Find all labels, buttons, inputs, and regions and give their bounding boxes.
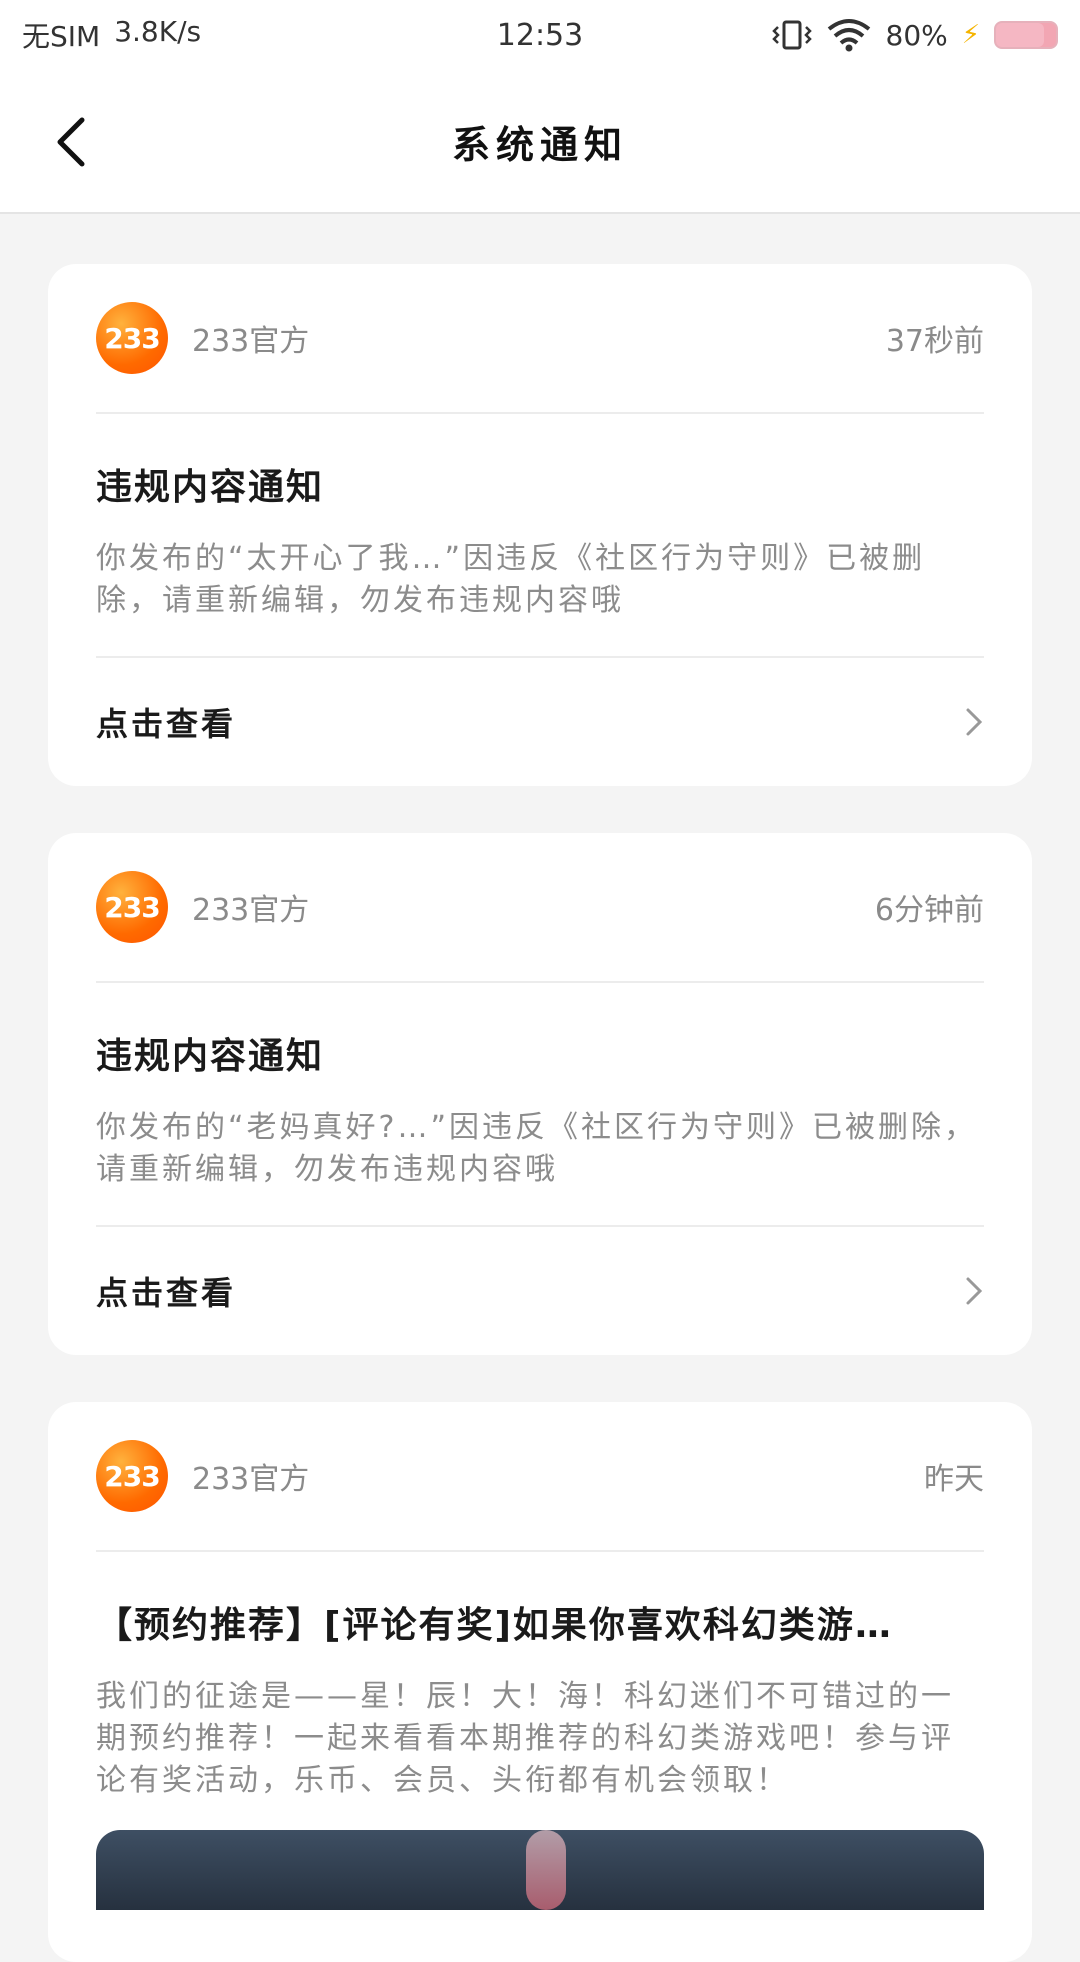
view-details-row[interactable]: 点击查看 [96,1227,984,1355]
back-arrow-icon [57,117,85,167]
notification-text: 你发布的“老妈真好?…”因违反《社区行为守则》已被删除，请重新编辑，勿发布违规内… [96,1110,978,1187]
sender-name: 233官方 [192,324,310,359]
page-title: 系统通知 [451,122,628,167]
sender-name: 233官方 [192,1462,310,1497]
promo-banner-image[interactable] [96,1830,984,1910]
chevron-right-icon [966,1277,983,1305]
notification-text: 你发布的“太开心了我…”因违反《社区行为守则》已被删除，请重新编辑，勿发布违规内… [96,541,926,618]
logo-text: 233 [104,321,160,355]
notification-text: 我们的征途是——星！辰！大！海！科幻迷们不可错过的一期预约推荐！一起来看看本期推… [96,1679,954,1798]
logo-text: 233 [104,890,160,924]
carrier-label: 无SIM [22,20,101,53]
battery-icon [994,21,1058,49]
view-details-label: 点击查看 [96,705,237,743]
official-logo: 233 [96,1440,168,1512]
vibrate-icon [771,20,812,50]
view-details-label: 点击查看 [96,1274,237,1312]
navigation-bar: 系统通知 [0,70,1080,214]
battery-fill [996,23,1044,47]
notification-time: 37秒前 [885,324,984,359]
notification-time: 昨天 [924,1462,984,1497]
card-header: 233 233官方 6分钟前 [96,833,984,983]
view-details-row[interactable]: 点击查看 [96,658,984,786]
notification-title: 【预约推荐】[评论有奖]如果你喜欢科幻类游… [96,1605,893,1646]
sender-name: 233官方 [192,893,310,928]
card-header: 233 233官方 37秒前 [96,264,984,414]
network-speed: 3.8K/s [114,15,202,48]
card-body: 【预约推荐】[评论有奖]如果你喜欢科幻类游… 我们的征途是——星！辰！大！海！科… [96,1552,984,1830]
status-right: 80% ⚡ [771,18,1058,52]
chevron-right-icon [966,708,983,736]
card-body: 违规内容通知 你发布的“太开心了我…”因违反《社区行为守则》已被删除，请重新编辑… [96,414,984,658]
notification-title: 违规内容通知 [96,1036,325,1077]
notification-card[interactable]: 233 233官方 6分钟前 违规内容通知 你发布的“老妈真好?…”因违反《社区… [48,833,1032,1355]
notification-card[interactable]: 233 233官方 昨天 【预约推荐】[评论有奖]如果你喜欢科幻类游… 我们的征… [48,1402,1032,1962]
official-logo: 233 [96,871,168,943]
logo-text: 233 [104,1459,160,1493]
wifi-icon [827,19,870,52]
notification-time: 6分钟前 [874,893,984,928]
notification-card[interactable]: 233 233官方 37秒前 违规内容通知 你发布的“太开心了我…”因违反《社区… [48,264,1032,786]
status-left: 无SIM 3.8K/s [22,15,772,55]
official-logo: 233 [96,302,168,374]
card-header: 233 233官方 昨天 [96,1402,984,1552]
battery-percent: 80% [885,18,948,52]
charging-icon: ⚡ [961,20,980,50]
card-body: 违规内容通知 你发布的“老妈真好?…”因违反《社区行为守则》已被删除，请重新编辑… [96,983,984,1227]
back-button[interactable] [40,110,100,174]
banner-glow [526,1830,566,1910]
status-bar: 无SIM 3.8K/s 12:53 80% ⚡ [0,0,1080,70]
notification-title: 违规内容通知 [96,467,325,508]
